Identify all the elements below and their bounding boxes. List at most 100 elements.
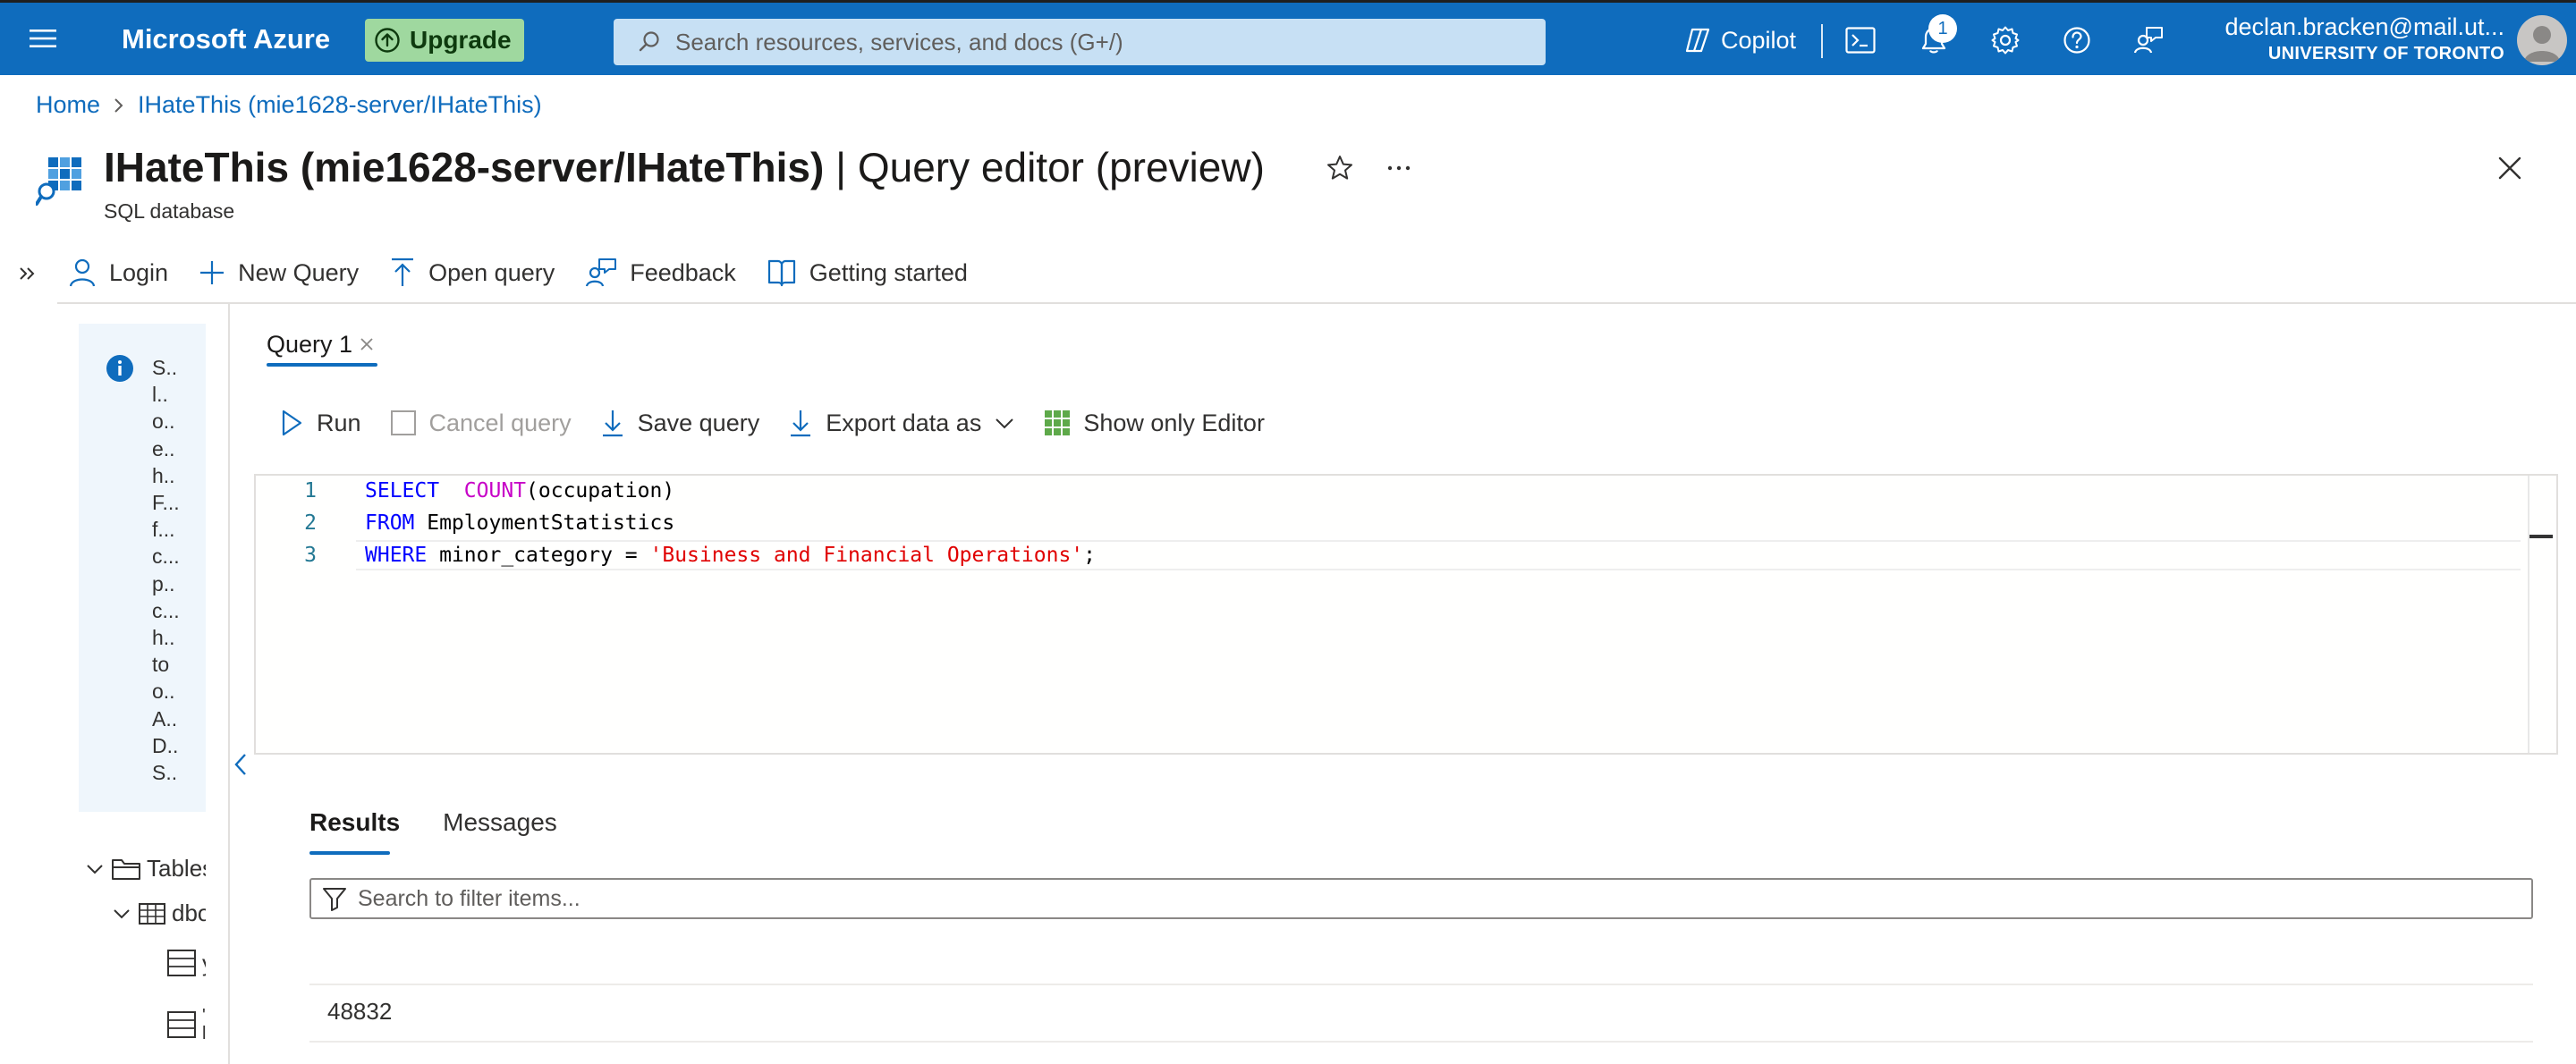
command-bar-divider [57, 302, 2576, 304]
help-question-icon[interactable] [2054, 17, 2100, 63]
copilot-label: Copilot [1721, 26, 1797, 54]
feedback-person-icon[interactable] [2125, 17, 2172, 63]
favorite-star-icon[interactable] [1324, 152, 1356, 184]
info-text-line: c... [152, 598, 180, 622]
filter-funnel-icon [322, 886, 347, 911]
line-number: 1 [304, 479, 317, 502]
copilot-button[interactable]: Copilot [1683, 17, 1796, 63]
tab-messages[interactable]: Messages [443, 808, 557, 853]
hamburger-menu-icon[interactable] [20, 15, 66, 62]
export-data-dropdown[interactable]: Export data as [788, 409, 1015, 437]
expand-explorer-chevron-icon[interactable] [16, 258, 41, 290]
breadcrumb-home-link[interactable]: Home [36, 91, 100, 119]
close-icon[interactable] [2494, 152, 2526, 184]
cancel-query-button[interactable]: Cancel query [390, 410, 572, 437]
stop-square-icon [390, 410, 417, 436]
info-text-line: h.. [152, 463, 175, 487]
info-text-line: h.. [152, 626, 175, 650]
search-icon [638, 30, 661, 54]
grid-layout-icon [1044, 410, 1071, 436]
portal-brand[interactable]: Microsoft Azure [122, 21, 330, 58]
result-cell[interactable]: 48832 [327, 998, 392, 1026]
tree-node-label: ' [202, 1006, 206, 1026]
sql-database-icon [36, 156, 86, 207]
tab-query-1[interactable]: Query 1 [267, 324, 376, 365]
results-filter-input[interactable] [356, 884, 2506, 913]
page-title-resource: IHateThis (mie1628-server/IHateThis) [104, 144, 825, 190]
chevron-right-icon [113, 97, 125, 114]
settings-gear-icon[interactable] [1982, 17, 2029, 63]
cloud-shell-icon[interactable] [1837, 17, 1884, 63]
feedback-button[interactable]: Feedback [585, 258, 736, 288]
info-text-line: F... [152, 491, 180, 515]
feedback-icon [585, 258, 617, 288]
tab-results[interactable]: Results [309, 808, 400, 853]
tab-label: Query 1 [267, 330, 353, 358]
sql-keyword: SELECT [365, 479, 440, 502]
close-tab-icon[interactable] [358, 335, 376, 353]
editor-scrollbar[interactable] [2528, 476, 2556, 753]
code-text: (occupation) [526, 479, 675, 502]
sql-function: COUNT [463, 479, 527, 502]
info-text-line: f... [152, 518, 175, 542]
code-line[interactable]: FROM EmploymentStatistics [365, 511, 674, 535]
info-text-line: to [152, 653, 170, 677]
breadcrumb-database-link[interactable]: IHateThis (mie1628-server/IHateThis) [138, 91, 542, 119]
code-line[interactable]: WHERE minor_category = 'Business and Fin… [365, 544, 1096, 567]
info-text-line: S.. [152, 356, 178, 379]
chevron-down-icon [84, 858, 106, 880]
getting-started-label: Getting started [809, 258, 968, 286]
info-text-line: D.. [152, 733, 179, 757]
upgrade-arrow-icon [374, 27, 401, 54]
collapse-explorer-chevron-icon[interactable] [231, 749, 250, 780]
tree-node-label: y [202, 950, 206, 977]
table-grid-icon [138, 901, 166, 926]
info-text-line: o.. [152, 410, 175, 434]
feedback-label: Feedback [630, 258, 736, 286]
new-query-button[interactable]: New Query [199, 259, 359, 287]
getting-started-button[interactable]: Getting started [767, 258, 968, 287]
code-line[interactable]: SELECT COUNT(occupation) [365, 479, 674, 502]
info-text-line: A.. [152, 706, 178, 730]
editor-toolbar: Run Cancel query Save query Export data … [279, 402, 1265, 443]
line-number: 2 [304, 511, 317, 535]
global-search-input[interactable] [674, 27, 1536, 57]
results-filter-box[interactable] [309, 878, 2533, 919]
tree-node-tables[interactable]: Tables [84, 855, 206, 882]
run-button[interactable]: Run [279, 409, 361, 437]
open-query-button[interactable]: Open query [389, 258, 555, 288]
show-only-editor-button[interactable]: Show only Editor [1044, 410, 1265, 437]
page-subtitle: SQL database [104, 199, 235, 223]
save-query-button[interactable]: Save query [600, 409, 759, 437]
table-icon [166, 1009, 197, 1040]
account-directory: UNIVERSITY OF TORONTO [2267, 44, 2504, 63]
sql-keyword: FROM [365, 511, 415, 535]
account-menu[interactable]: declan.bracken@mail.ut... UNIVERSITY OF … [2200, 12, 2504, 65]
login-button[interactable]: Login [68, 258, 168, 288]
upgrade-label: Upgrade [410, 26, 512, 54]
page-title: IHateThis (mie1628-server/IHateThis) | Q… [104, 143, 1265, 191]
login-label: Login [109, 258, 169, 286]
sql-code-editor[interactable]: 1 2 3 SELECT COUNT(occupation) FROM Empl… [254, 474, 2558, 755]
tree-node-sublabel: l [202, 1024, 206, 1043]
upgrade-button[interactable]: Upgrade [365, 19, 524, 62]
user-avatar-icon[interactable] [2517, 15, 2567, 65]
explorer-divider[interactable] [228, 304, 230, 1064]
tree-node-table[interactable]: ' l [166, 1007, 206, 1043]
grid-row-divider [309, 1041, 2533, 1043]
upload-arrow-icon [389, 258, 416, 288]
results-tabs: Results Messages [309, 808, 557, 853]
tree-node-schema[interactable]: dbo [111, 899, 206, 927]
global-search-box[interactable] [614, 19, 1546, 65]
page-title-blade: | Query editor (preview) [824, 144, 1265, 190]
editor-cursor-marker [2529, 535, 2553, 538]
line-number: 3 [304, 544, 317, 567]
more-options-ellipsis-icon[interactable] [1381, 152, 1417, 184]
new-query-label: New Query [238, 258, 360, 286]
info-text-line: l.. [152, 383, 168, 407]
breadcrumb: Home IHateThis (mie1628-server/IHateThis… [36, 91, 542, 119]
top-navigation-bar: Microsoft Azure Upgrade Copilot 1 declan… [0, 0, 2576, 75]
tree-node-table[interactable]: y [166, 948, 206, 978]
download-arrow-icon [600, 409, 625, 437]
